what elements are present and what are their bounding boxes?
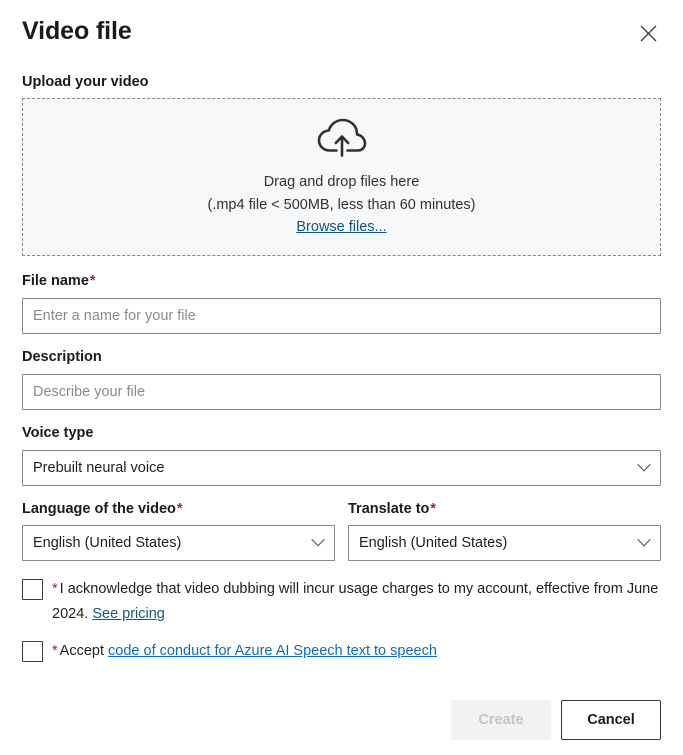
required-marker: * bbox=[52, 581, 58, 598]
see-pricing-link[interactable]: See pricing bbox=[92, 606, 165, 622]
file-name-label: File name* bbox=[22, 273, 96, 289]
acknowledge-text: * I acknowledge that video dubbing will i… bbox=[52, 577, 661, 627]
code-of-conduct-prefix: Accept bbox=[59, 643, 104, 660]
chevron-down-icon bbox=[637, 463, 651, 472]
language-of-video-select[interactable]: English (United States) bbox=[22, 525, 335, 562]
cloud-upload-icon bbox=[314, 115, 370, 159]
file-name-input[interactable] bbox=[22, 297, 661, 334]
browse-files-link[interactable]: Browse files... bbox=[296, 216, 386, 238]
file-dropzone[interactable]: Drag and drop files here (.mp4 file < 50… bbox=[22, 98, 661, 256]
translate-to-select[interactable]: English (United States) bbox=[348, 525, 661, 562]
dialog-footer: Create Cancel bbox=[22, 700, 661, 740]
upload-section-label: Upload your video bbox=[22, 74, 149, 90]
video-file-dialog: Video file Upload your video Drag and dr… bbox=[0, 0, 683, 755]
close-icon bbox=[640, 25, 657, 42]
dropzone-drag-text: Drag and drop files here bbox=[263, 174, 420, 191]
voice-type-label: Voice type bbox=[22, 424, 94, 441]
translate-to-label: Translate to* bbox=[348, 500, 437, 517]
code-of-conduct-checkbox[interactable] bbox=[22, 641, 43, 663]
voice-type-value: Prebuilt neural voice bbox=[33, 459, 165, 476]
language-of-video-value: English (United States) bbox=[33, 535, 182, 552]
chevron-down-icon bbox=[311, 539, 325, 548]
code-of-conduct-text: * Accept code of conduct for Azure AI Spe… bbox=[52, 639, 437, 664]
code-of-conduct-link[interactable]: code of conduct for Azure AI Speech text… bbox=[108, 643, 437, 659]
close-button[interactable] bbox=[631, 16, 665, 50]
code-of-conduct-row: * Accept code of conduct for Azure AI Spe… bbox=[22, 639, 661, 664]
dialog-header: Video file bbox=[22, 0, 661, 62]
create-button[interactable]: Create bbox=[451, 700, 551, 740]
required-marker: * bbox=[52, 643, 58, 660]
language-of-video-label: Language of the video* bbox=[22, 500, 183, 517]
voice-type-select[interactable]: Prebuilt neural voice bbox=[22, 449, 661, 486]
acknowledge-checkbox[interactable] bbox=[22, 579, 43, 601]
page-title: Video file bbox=[22, 17, 132, 45]
required-marker: * bbox=[176, 500, 183, 517]
description-label: Description bbox=[22, 348, 102, 365]
required-marker: * bbox=[430, 500, 437, 517]
dropzone-constraints-text: (.mp4 file < 500MB, less than 60 minutes… bbox=[207, 196, 476, 213]
chevron-down-icon bbox=[637, 539, 651, 548]
translate-to-value: English (United States) bbox=[359, 535, 508, 552]
cancel-button[interactable]: Cancel bbox=[561, 700, 661, 740]
required-marker: * bbox=[89, 273, 96, 289]
description-input[interactable] bbox=[22, 373, 661, 410]
acknowledge-row: * I acknowledge that video dubbing will i… bbox=[22, 577, 661, 627]
